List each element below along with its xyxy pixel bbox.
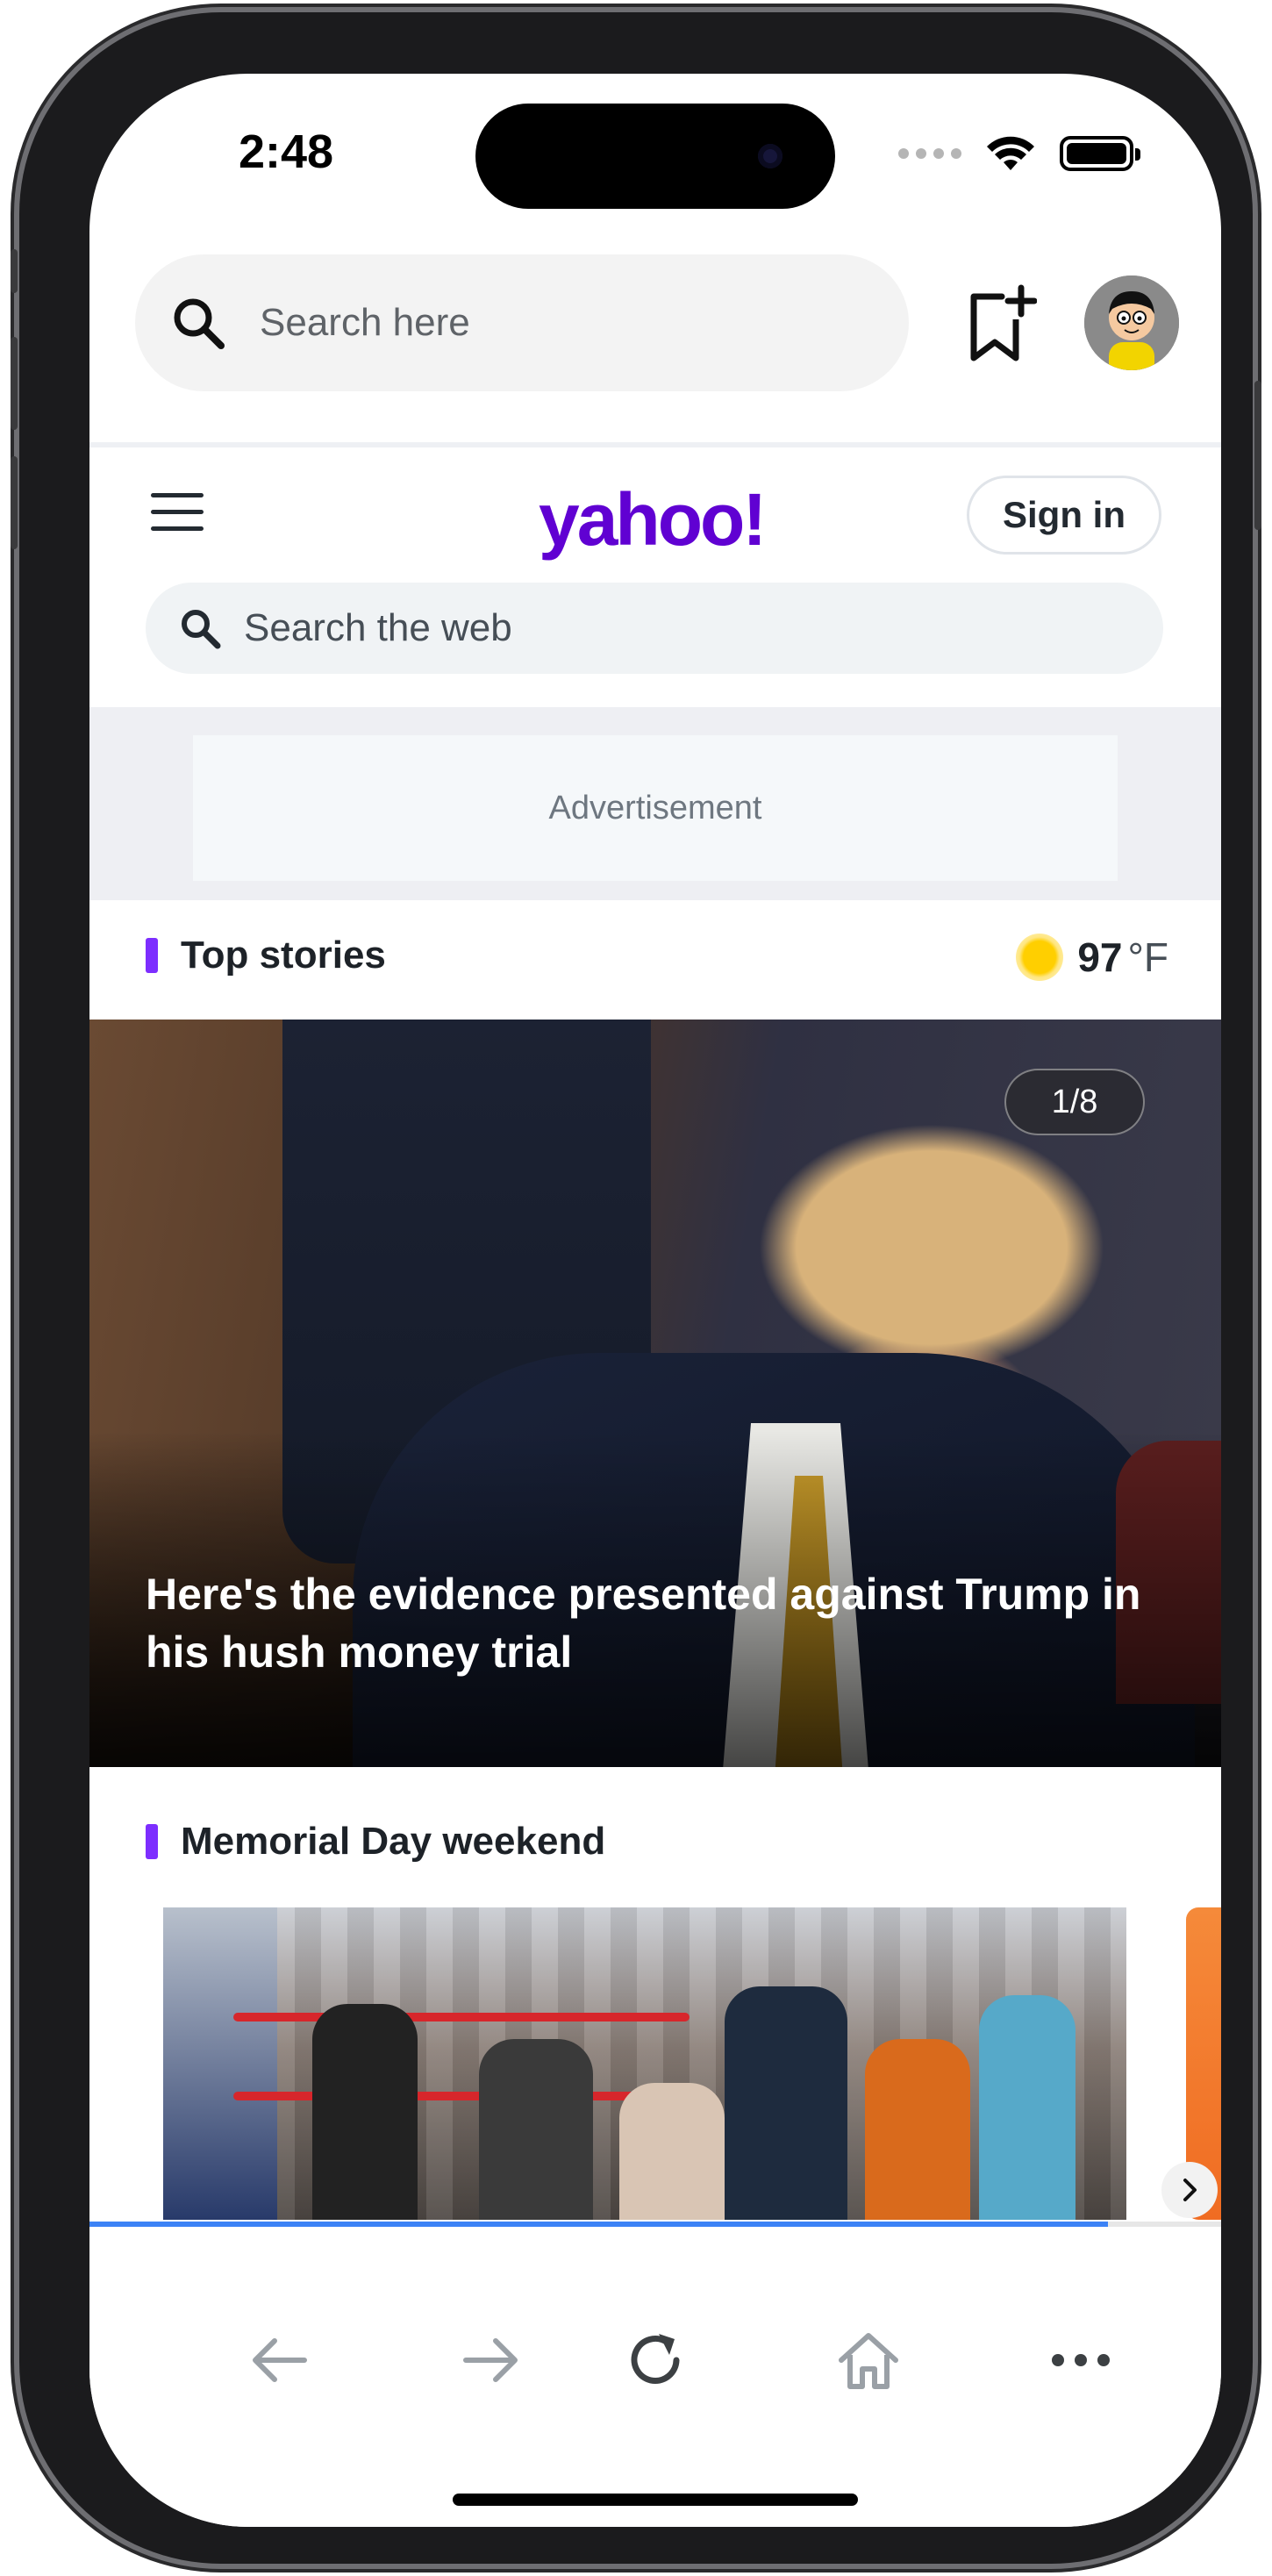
battery-icon bbox=[1060, 136, 1140, 171]
browser-search-placeholder: Search here bbox=[260, 301, 470, 344]
cellular-signal-icon bbox=[898, 148, 961, 159]
top-stories-header: Top stories bbox=[146, 934, 386, 977]
avatar[interactable] bbox=[1084, 275, 1179, 370]
search-icon bbox=[174, 298, 225, 349]
chevron-right-icon bbox=[1183, 2179, 1197, 2201]
section-accent-bar bbox=[146, 1824, 158, 1859]
card-image-figure bbox=[619, 2083, 725, 2220]
avatar-image bbox=[1084, 275, 1179, 370]
advertisement[interactable]: Advertisement bbox=[193, 735, 1118, 881]
volume-down-button bbox=[11, 456, 18, 549]
card-image-figure bbox=[865, 2039, 970, 2220]
reload-icon bbox=[631, 2334, 680, 2384]
volume-up-button bbox=[11, 337, 18, 430]
more-icon bbox=[1052, 2354, 1110, 2366]
weather-widget[interactable]: 97 °F bbox=[1016, 934, 1168, 981]
status-icons bbox=[898, 135, 1140, 172]
card-image-figure bbox=[979, 1995, 1075, 2220]
power-button bbox=[1254, 381, 1261, 530]
card-image-rope bbox=[233, 2013, 690, 2021]
back-icon bbox=[253, 2338, 307, 2382]
card-image-figure bbox=[725, 1986, 847, 2220]
web-search-placeholder: Search the web bbox=[244, 606, 512, 649]
page-load-progress-fill bbox=[89, 2222, 1108, 2227]
forward-button[interactable] bbox=[456, 2325, 526, 2395]
home-button[interactable] bbox=[833, 2325, 904, 2395]
search-icon bbox=[182, 610, 221, 649]
forward-icon bbox=[463, 2338, 518, 2382]
card-image-figure bbox=[479, 2039, 593, 2220]
side-button bbox=[11, 249, 18, 293]
sun-icon bbox=[1016, 934, 1064, 981]
yahoo-logo[interactable]: yahoo! bbox=[539, 477, 767, 562]
carousel-next-button[interactable] bbox=[1161, 2162, 1218, 2218]
memorial-day-header: Memorial Day weekend bbox=[146, 1820, 605, 1864]
story-card[interactable] bbox=[163, 1907, 1126, 2220]
top-stories-title: Top stories bbox=[181, 934, 386, 977]
slide-counter: 1/8 bbox=[1004, 1069, 1145, 1135]
status-time: 2:48 bbox=[239, 125, 334, 178]
menu-icon[interactable] bbox=[151, 493, 204, 533]
sign-in-button[interactable]: Sign in bbox=[967, 476, 1161, 555]
card-image-sign bbox=[163, 1907, 277, 2220]
screen: 2:48 Search here yahoo! Sign in Search t… bbox=[89, 74, 1221, 2527]
weather-unit: °F bbox=[1127, 934, 1169, 980]
dynamic-island bbox=[475, 104, 835, 209]
divider bbox=[89, 442, 1221, 447]
hero-headline[interactable]: Here's the evidence presented against Tr… bbox=[146, 1565, 1181, 1681]
reload-button[interactable] bbox=[620, 2325, 690, 2395]
card-image-figure bbox=[312, 2004, 418, 2220]
card-image-rope bbox=[233, 2092, 690, 2100]
web-search-input[interactable]: Search the web bbox=[146, 583, 1163, 674]
home-indicator bbox=[453, 2494, 858, 2506]
back-button[interactable] bbox=[244, 2325, 314, 2395]
wifi-icon bbox=[987, 136, 1034, 170]
memorial-day-title: Memorial Day weekend bbox=[181, 1820, 606, 1863]
more-button[interactable] bbox=[1046, 2325, 1116, 2395]
browser-search-bar[interactable]: Search here bbox=[135, 254, 909, 391]
browser-toolbar bbox=[89, 2229, 1221, 2527]
bookmark-add-icon[interactable] bbox=[967, 284, 1037, 363]
weather-temp: 97 bbox=[1077, 934, 1123, 980]
phone-frame: 2:48 Search here yahoo! Sign in Search t… bbox=[11, 12, 1261, 2564]
home-icon bbox=[839, 2333, 898, 2389]
page-load-progress bbox=[89, 2222, 1221, 2227]
hero-story[interactable]: 1/8 Here's the evidence presented agains… bbox=[89, 1020, 1221, 1767]
section-accent-bar bbox=[146, 938, 158, 973]
